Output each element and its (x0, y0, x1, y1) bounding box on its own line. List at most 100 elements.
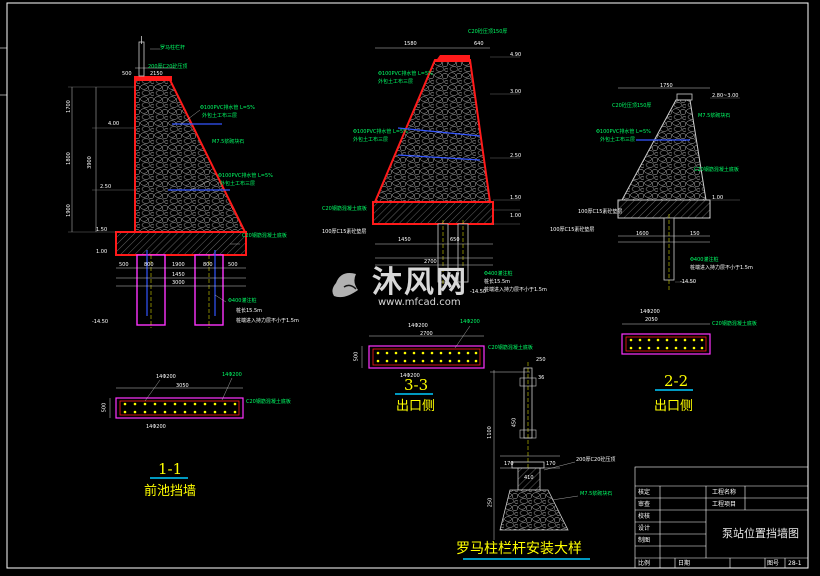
elev-1e: -14.50 (92, 319, 109, 325)
slab-3-label: C20钢筋混凝土底板 (488, 345, 533, 351)
note-3a: Φ100PVC排水管 L=5% (378, 71, 433, 77)
note-2f: 100厚C15素砼垫层 (550, 227, 595, 233)
tb-row-4: 制图 (638, 537, 651, 544)
slab-3-height: 500 (353, 351, 360, 362)
note-2c: 外包土工布三层 (600, 137, 636, 143)
elev-1a: 4.00 (108, 121, 120, 127)
drawing-title: 泵站位置挡墙图 (722, 527, 799, 540)
rail-note-a: 200厚C20砼压顶 (576, 457, 616, 463)
tb-sheet-label: 图号 (767, 560, 780, 567)
dim-top-1a: 500 (122, 71, 132, 77)
dim-bot-1f: 1450 (172, 272, 185, 278)
pile-note-3c: 桩端进入持力层不小于1.5m (484, 287, 547, 293)
slab-2-label: C20钢筋混凝土底板 (712, 321, 757, 327)
rail-dim-b: 36 (538, 375, 545, 381)
slab-1-rebar-bot: 14Φ200 (146, 424, 166, 430)
rail-dim-e: 170 (504, 461, 514, 467)
tb-project-item-label: 工程项目 (712, 501, 737, 508)
note-1e: 外包土工布三层 (220, 181, 256, 187)
section-3-3-caption: 出口侧 (396, 399, 436, 414)
note-2b: Φ100PVC排水管 L=5% (596, 129, 651, 135)
tb-row-2: 校核 (638, 513, 651, 520)
rail-dim-c: 1100 (486, 426, 493, 439)
dim-bot-1e: 500 (228, 262, 238, 268)
note-2e: 100厚C15素砼垫层 (578, 209, 623, 215)
rail-note-b: M7.5浆砌块石 (580, 491, 613, 497)
tb-row-1: 审查 (638, 501, 651, 508)
dim-top-3a: 1580 (404, 41, 417, 47)
note-1a: Φ100PVC排水管 L=5% (200, 105, 255, 111)
section-2-2-number: 2-2 (664, 372, 689, 390)
slab-3-width: 2700 (420, 331, 433, 337)
tb-date-label: 日期 (678, 560, 691, 567)
note-1f: C20钢筋混凝土底板 (242, 233, 287, 239)
watermark-text: 沐风网 (372, 265, 468, 300)
dim-left-1c: 1900 (65, 204, 72, 217)
cap-label-1: 200厚C20砼压顶 (148, 64, 188, 70)
railing-caption: 罗马柱栏杆安装大样 (456, 541, 582, 557)
note-1b: 外包土工布三层 (202, 113, 238, 119)
dim-top-3b: 640 (474, 41, 484, 47)
dim-bot-3b: 650 (450, 237, 460, 243)
note-1c: M7.5浆砌块石 (212, 139, 245, 145)
pile-note-1b: 桩长15.5m (236, 308, 263, 314)
elev-2c: -14.50 (680, 279, 697, 285)
elev-1d: 1.00 (96, 249, 108, 255)
note-3e: C20钢筋混凝土底板 (322, 206, 367, 212)
note-2d: C20钢筋混凝土底板 (694, 167, 739, 173)
slab-1-rebar-side: 14Φ200 (222, 372, 242, 378)
note-3d: 外包土工布三层 (353, 137, 389, 143)
pile-note-1c: 桩端进入持力层不小于1.5m (236, 318, 299, 324)
dim-left-1a: 1700 (65, 100, 72, 113)
elev-3e: 1.00 (510, 213, 522, 219)
note-2a: M7.5浆砌块石 (698, 113, 731, 119)
rail-dim-f: 410 (524, 475, 534, 481)
dim-left-1d: 3900 (86, 156, 93, 169)
watermark-url: www.mfcad.com (378, 297, 461, 308)
dim-bot-1g: 3000 (172, 280, 185, 286)
dim-bot-2b: 150 (690, 231, 700, 237)
section-1-1-caption: 前池挡墙 (144, 484, 197, 499)
dim-top-1b: 2150 (150, 71, 163, 77)
pile-note-3b: 桩长15.5m (484, 279, 511, 285)
dim-top-2a: 1750 (660, 83, 673, 89)
elev-2b: 1.00 (712, 195, 724, 201)
elev-1c: 1.50 (96, 227, 108, 233)
section-2-2-caption: 出口侧 (654, 399, 694, 414)
section-1-1-number: 1-1 (158, 460, 183, 478)
pile-note-1a: Φ400灌注桩 (228, 298, 257, 304)
note-3f: 100厚C15素砼垫层 (322, 229, 367, 235)
dim-left-1b: 1800 (65, 152, 72, 165)
cap-label-2: C20砼压顶150厚 (612, 103, 652, 109)
note-3b: 外包土工布三层 (378, 79, 414, 85)
pile-note-3a: Φ400灌注桩 (484, 271, 513, 277)
dim-bot-3a: 1450 (398, 237, 411, 243)
slab-2-width: 2050 (645, 317, 658, 323)
rail-dim-h: 250 (487, 497, 494, 508)
tb-row-3: 设计 (638, 525, 651, 532)
elev-3d: 1.50 (510, 195, 522, 201)
elev-3b: 3.00 (510, 89, 522, 95)
slab-1-rebar-top: 14Φ200 (156, 374, 176, 380)
tb-sheet-no: 28-1 (788, 560, 802, 567)
note-3c: Φ100PVC排水管 L=5% (353, 129, 408, 135)
slab-1-width: 3050 (176, 383, 189, 389)
watermark-logo (332, 273, 358, 298)
slab-section-2-2 (621, 323, 711, 355)
tb-project-name-label: 工程名称 (712, 489, 737, 496)
tb-row-5: 比例 (638, 560, 651, 567)
elev-3a: 4.90 (510, 52, 522, 58)
title-block (634, 466, 809, 569)
elev-3c: 2.50 (510, 153, 522, 159)
dim-bot-1b: 800 (144, 262, 154, 268)
slab-3-rebar-side: 14Φ200 (460, 319, 480, 325)
note-1d: Φ100PVC排水管 L=5% (218, 173, 273, 179)
slab-3-rebar-top: 14Φ200 (408, 323, 428, 329)
pile-note-2b: 桩端进入持力层不小于1.5m (690, 265, 753, 271)
rail-dim-a: 250 (536, 357, 546, 363)
dim-bot-1a: 500 (119, 262, 129, 268)
rail-dim-d: 450 (511, 417, 518, 428)
slab-1-label: C20钢筋混凝土底板 (246, 399, 291, 405)
section-3-3-number: 3-3 (404, 376, 429, 394)
elev-2a: 2.80~3.00 (712, 93, 739, 99)
